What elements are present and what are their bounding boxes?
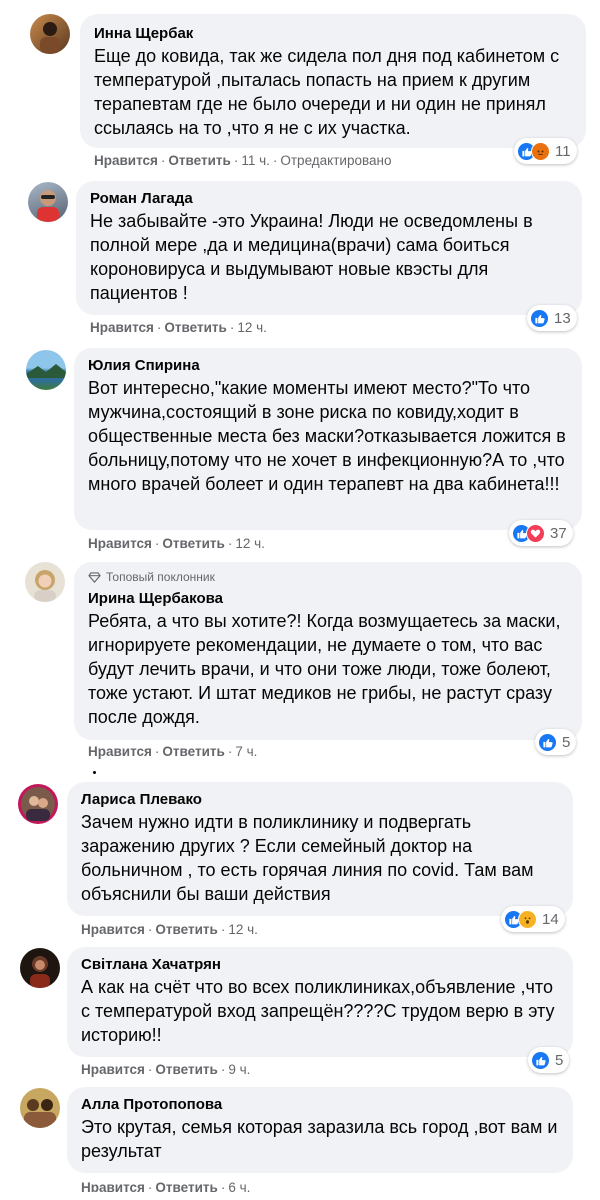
comment-text: Это крутая, семья которая заразила всь г…: [81, 1117, 558, 1161]
like-link[interactable]: Нравится: [88, 744, 152, 759]
reaction-count: 13: [554, 309, 571, 327]
reaction-count: 11: [555, 142, 571, 160]
like-link[interactable]: Нравится: [88, 536, 152, 551]
reply-link[interactable]: Ответить: [162, 536, 224, 551]
top-fan-badge[interactable]: Топовый поклонник: [88, 569, 570, 585]
comment-text: А как на счёт что во всех поликлиниках,о…: [81, 977, 555, 1045]
thread-dot: [93, 771, 96, 774]
timestamp[interactable]: 12 ч.: [228, 922, 258, 937]
comment-actions: Нравится · Ответить · 12 ч.: [90, 320, 267, 335]
reply-link[interactable]: Ответить: [155, 1180, 217, 1192]
avatar[interactable]: [28, 182, 68, 222]
like-link[interactable]: Нравится: [94, 153, 158, 168]
avatar[interactable]: [20, 1088, 60, 1128]
author-name[interactable]: Світлана Хачатрян: [81, 955, 561, 975]
avatar[interactable]: [25, 562, 65, 602]
avatar[interactable]: [18, 784, 58, 824]
comment-text: Не забывайте -это Украина! Люди не освед…: [90, 211, 533, 303]
reaction-count: 37: [550, 524, 567, 542]
like-link[interactable]: Нравится: [81, 1180, 145, 1192]
author-name[interactable]: Инна Щербак: [94, 24, 574, 44]
reply-link[interactable]: Ответить: [155, 922, 217, 937]
like-link[interactable]: Нравится: [81, 922, 145, 937]
avatar[interactable]: [30, 14, 70, 54]
comment-bubble: Алла Протопопова Это крутая, семья котор…: [67, 1087, 573, 1173]
comment-bubble: Роман Лагада Не забывайте -это Украина! …: [76, 181, 582, 315]
author-name[interactable]: Роман Лагада: [90, 189, 570, 209]
reactions-summary[interactable]: 5: [528, 1047, 570, 1073]
like-reaction-icon: [531, 1050, 550, 1070]
comment-text: Зачем нужно идти в поликлинику и подверг…: [81, 812, 534, 904]
landscape-photo-icon: [26, 364, 66, 378]
author-name[interactable]: Ирина Щербакова: [88, 589, 570, 609]
reaction-count: 5: [555, 1051, 564, 1069]
comment-actions: Нравится · Ответить · 7 ч.: [88, 744, 258, 759]
reply-link[interactable]: Ответить: [155, 1062, 217, 1077]
reply-link[interactable]: Ответить: [164, 320, 226, 335]
comment-text: Вот интересно,"какие моменты имеют место…: [88, 378, 566, 494]
badge-label: Топовый поклонник: [106, 570, 215, 584]
person-photo-icon: [30, 956, 50, 988]
comment-bubble: Світлана Хачатрян А как на счёт что во в…: [67, 947, 573, 1057]
author-name[interactable]: Лариса Плевако: [81, 790, 561, 810]
comment-bubble: Лариса Плевако Зачем нужно идти в поликл…: [67, 782, 573, 916]
comment-text: Ребята, а что вы хотите?! Когда возмущае…: [88, 611, 561, 727]
comment-actions: Нравится · Ответить · 6 ч.: [81, 1179, 250, 1192]
love-reaction-icon: [526, 523, 545, 543]
reactions-summary[interactable]: 13: [527, 305, 577, 331]
edited-label[interactable]: Отредактировано: [280, 153, 391, 168]
like-link[interactable]: Нравится: [81, 1062, 145, 1077]
reply-link[interactable]: Ответить: [168, 153, 230, 168]
person-photo-icon: [40, 22, 60, 54]
timestamp[interactable]: 12 ч.: [235, 536, 265, 551]
comment-actions: Нравится · Ответить · 11 ч. · Отредактировано: [94, 153, 392, 168]
reactions-summary[interactable]: 5: [535, 729, 577, 755]
like-reaction-icon: [530, 308, 549, 328]
wow-reaction-icon: [518, 909, 537, 929]
comment-bubble: Инна Щербак Еще до ковида, так же сидела…: [80, 14, 586, 148]
like-link[interactable]: Нравится: [90, 320, 154, 335]
timestamp[interactable]: 9 ч.: [228, 1062, 250, 1077]
reactions-summary[interactable]: 14: [501, 906, 565, 932]
avatar[interactable]: [26, 350, 66, 390]
group-photo-icon: [24, 1099, 56, 1128]
timestamp[interactable]: 12 ч.: [237, 320, 267, 335]
comment-actions: Нравится · Ответить · 12 ч.: [88, 536, 265, 551]
comment-actions: Нравится · Ответить · 12 ч.: [81, 922, 258, 937]
angry-reaction-icon: [531, 141, 550, 161]
comment-actions: Нравится · Ответить · 9 ч.: [81, 1062, 251, 1077]
reply-link[interactable]: Ответить: [162, 744, 224, 759]
reactions-summary[interactable]: 11: [514, 138, 577, 164]
author-name[interactable]: Алла Протопопова: [81, 1095, 561, 1115]
comment-bubble: Юлия Спирина Вот интересно,"какие момент…: [74, 348, 582, 530]
avatar[interactable]: [20, 948, 60, 988]
person-photo-icon: [37, 190, 59, 222]
reactions-summary[interactable]: 37: [509, 520, 573, 546]
timestamp[interactable]: 6 ч.: [228, 1180, 250, 1192]
comment-bubble: Топовый поклонник Ирина Щербакова Ребята…: [74, 562, 582, 740]
timestamp[interactable]: 11 ч.: [241, 153, 270, 168]
person-photo-icon: [34, 570, 56, 602]
diamond-icon: [88, 571, 101, 583]
reaction-count: 5: [562, 733, 571, 751]
comment-text: Еще до ковида, так же сидела пол дня под…: [94, 46, 560, 138]
author-name[interactable]: Юлия Спирина: [88, 356, 570, 376]
person-photo-icon: [21, 787, 55, 821]
timestamp[interactable]: 7 ч.: [235, 744, 257, 759]
reaction-count: 14: [542, 910, 559, 928]
like-reaction-icon: [538, 732, 557, 752]
